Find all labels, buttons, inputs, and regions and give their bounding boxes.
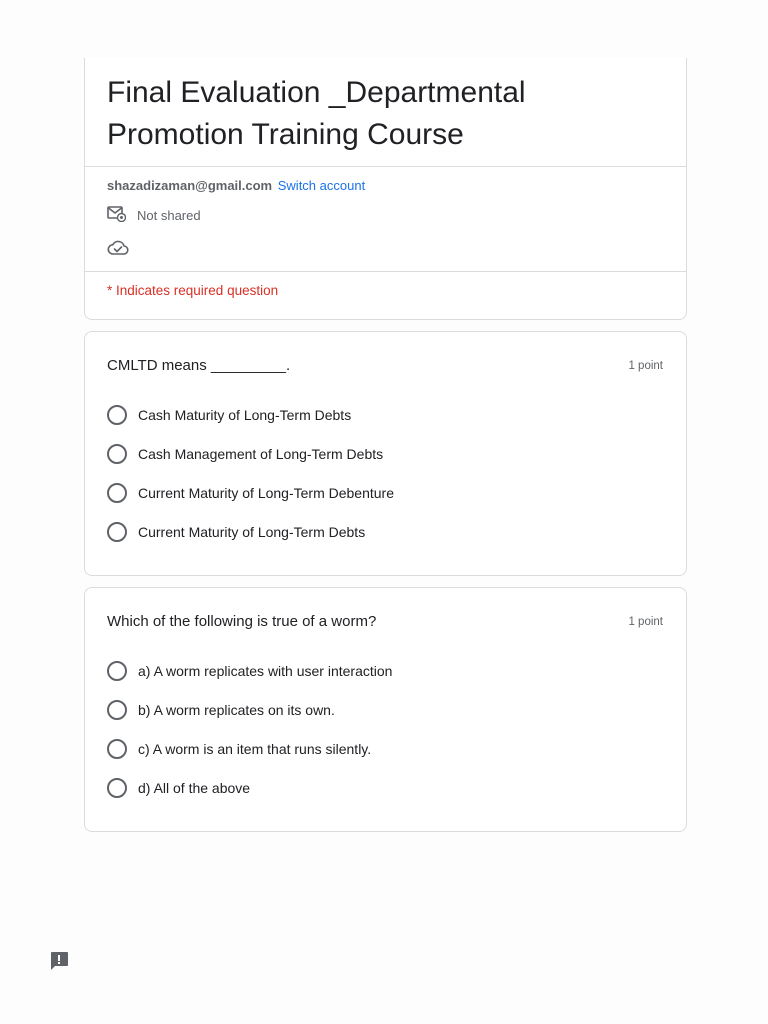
account-email: shazadizaman@gmail.com [107, 178, 273, 193]
switch-account-link[interactable]: Switch account [278, 178, 365, 193]
option-label: d) All of the above [138, 780, 251, 796]
radio-button[interactable] [107, 700, 127, 720]
cloud-saved-icon [107, 240, 129, 261]
cloud-saved-row [107, 239, 129, 262]
not-shared-row: Not shared [107, 205, 201, 225]
option-current-maturity-debts[interactable]: Current Maturity of Long-Term Debts [107, 522, 365, 542]
option-label: Current Maturity of Long-Term Debenture [138, 485, 394, 501]
option-current-maturity-debenture[interactable]: Current Maturity of Long-Term Debenture [107, 483, 394, 503]
form-header-card: Final Evaluation _Departmental Promotion… [84, 58, 687, 320]
radio-button[interactable] [107, 661, 127, 681]
radio-button[interactable] [107, 522, 127, 542]
option-label: Current Maturity of Long-Term Debts [138, 524, 366, 540]
question-points: 1 point [628, 616, 663, 628]
option-c[interactable]: c) A worm is an item that runs silently. [107, 739, 371, 759]
option-cash-maturity[interactable]: Cash Maturity of Long-Term Debts [107, 405, 351, 425]
radio-button[interactable] [107, 483, 127, 503]
radio-button[interactable] [107, 405, 127, 425]
question-title: CMLTD means _________. [107, 357, 291, 374]
header-divider-bottom [85, 271, 686, 272]
header-divider [85, 166, 686, 167]
option-b[interactable]: b) A worm replicates on its own. [107, 700, 335, 720]
radio-button[interactable] [107, 444, 127, 464]
question-card-2: Which of the following is true of a worm… [84, 587, 687, 832]
question-title: Which of the following is true of a worm… [107, 613, 377, 630]
option-label: a) A worm replicates with user interacti… [138, 663, 393, 679]
option-a[interactable]: a) A worm replicates with user interacti… [107, 661, 392, 681]
not-shared-label: Not shared [137, 207, 201, 223]
mail-settings-icon [107, 205, 127, 225]
form-title: Final Evaluation _Departmental Promotion… [107, 76, 526, 151]
question-points: 1 point [628, 360, 663, 372]
required-note: * Indicates required question [107, 283, 279, 298]
radio-button[interactable] [107, 739, 127, 759]
option-label: Cash Management of Long-Term Debts [138, 446, 384, 462]
radio-button[interactable] [107, 778, 127, 798]
option-cash-management[interactable]: Cash Management of Long-Term Debts [107, 444, 383, 464]
account-row: shazadizaman@gmail.com Switch account [107, 178, 365, 193]
option-label: b) A worm replicates on its own. [138, 702, 335, 718]
feedback-icon[interactable] [48, 950, 70, 972]
option-d[interactable]: d) All of the above [107, 778, 250, 798]
question-card-1: CMLTD means _________. 1 point Cash Matu… [84, 331, 687, 576]
option-label: Cash Maturity of Long-Term Debts [138, 407, 352, 423]
option-label: c) A worm is an item that runs silently. [138, 741, 372, 757]
